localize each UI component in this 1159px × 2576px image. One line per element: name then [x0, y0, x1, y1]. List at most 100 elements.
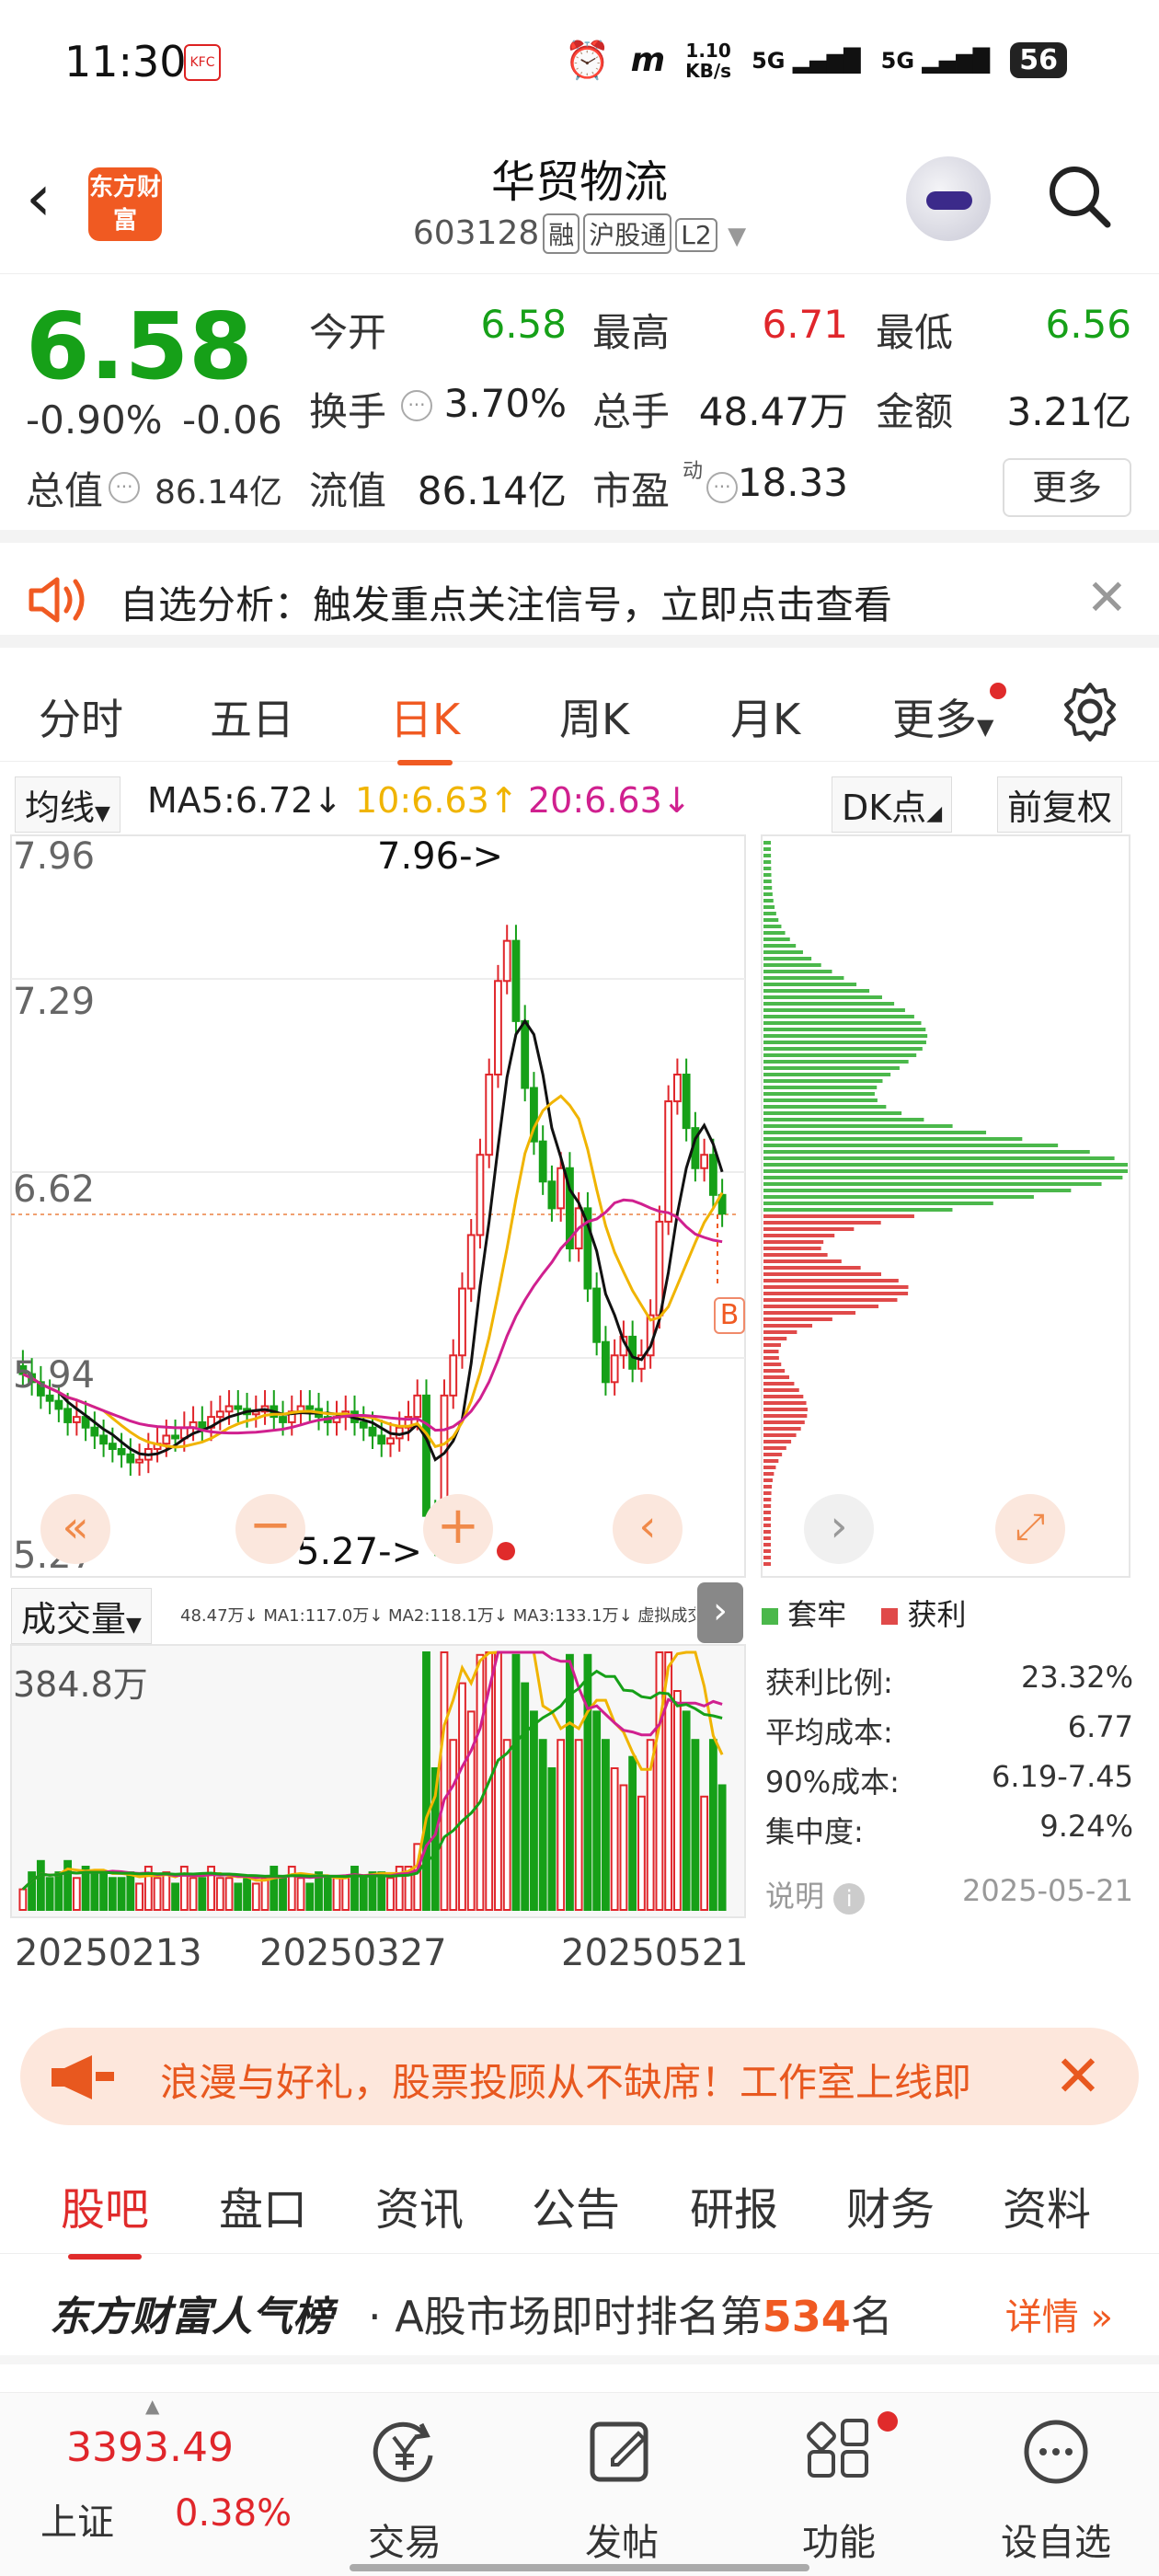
chip-bar — [763, 1092, 875, 1096]
zoom-in-icon[interactable]: + — [423, 1494, 493, 1564]
volume-bar — [279, 1877, 287, 1912]
notification-dot-2 — [878, 2411, 898, 2432]
analysis-banner[interactable]: 自选分析：触发重点关注信号，立即点击查看 ✕ — [0, 556, 1159, 648]
volume-bar — [592, 1710, 602, 1912]
more-button[interactable]: 更多 — [1003, 458, 1131, 517]
chip-bar — [763, 976, 844, 980]
change-pct: -0.90% — [26, 397, 163, 443]
functions-grid-icon[interactable] — [802, 2415, 876, 2489]
candle-body — [54, 1399, 63, 1410]
chip-bar — [763, 1214, 914, 1218]
low-label: 最低 — [876, 310, 954, 355]
high-value: 6.71 — [762, 302, 848, 347]
tab-five-day[interactable]: 五日 — [210, 686, 294, 747]
nav-functions[interactable]: 功能 — [765, 2513, 912, 2566]
volume-bar — [610, 1767, 619, 1911]
chip-bar — [763, 1317, 832, 1321]
rank-detail-link[interactable]: 详情 » — [1005, 2287, 1113, 2340]
candle-body — [466, 1234, 476, 1290]
tab-guba[interactable]: 股吧 — [61, 2173, 149, 2260]
date-label-2: 20250327 — [259, 1932, 447, 1974]
assistant-robot-icon[interactable] — [906, 156, 991, 241]
dk-point-select[interactable]: DK点◢ — [832, 776, 953, 833]
candle-body — [494, 980, 502, 1076]
collapse-arrow-icon[interactable]: › — [697, 1582, 743, 1643]
tab-profile[interactable]: 资料 — [1003, 2173, 1091, 2237]
volume-select[interactable]: 成交量▼ — [11, 1588, 152, 1644]
candle-body — [198, 1420, 207, 1429]
event-dot — [497, 1542, 515, 1560]
chip-note-row[interactable]: 说明 i 2025-05-21 — [765, 1873, 1133, 1915]
chip-value: 6.19-7.45 — [991, 1759, 1133, 1794]
m-app-icon: m — [630, 41, 666, 79]
settings-gear-icon[interactable] — [1060, 681, 1120, 742]
volume-bar — [45, 1877, 54, 1912]
chip-bar — [763, 1363, 782, 1366]
volume-bar — [171, 1882, 179, 1911]
info-icon: i — [833, 1883, 866, 1915]
tab-research[interactable]: 研报 — [690, 2173, 778, 2237]
tab-monthly-k[interactable]: 月K — [730, 686, 800, 747]
index-value[interactable]: 3393.49 — [66, 2424, 234, 2471]
chip-frame — [761, 834, 1130, 1578]
nav-post[interactable]: 发帖 — [548, 2513, 695, 2566]
nav-add-watchlist[interactable]: 设自选 — [982, 2513, 1130, 2566]
ma5-line — [22, 1018, 724, 1462]
chip-bar — [763, 854, 772, 857]
info-dots-icon-2[interactable]: ··· — [401, 390, 432, 421]
chip-bar — [763, 1266, 861, 1270]
tab-weekly-k[interactable]: 周K — [559, 686, 629, 747]
index-pct[interactable]: 0.38% — [175, 2492, 292, 2535]
rank-brand: 东方财富人气榜 — [50, 2294, 333, 2340]
volume-bar — [18, 1888, 28, 1911]
search-icon[interactable] — [1047, 164, 1111, 228]
candle-body — [449, 1354, 458, 1397]
ma20-line — [22, 1198, 723, 1435]
tab-more[interactable]: 更多▼ — [892, 683, 1007, 747]
volume-bar — [691, 1739, 700, 1912]
tab-intraday[interactable]: 分时 — [39, 686, 123, 747]
tab-news[interactable]: 资讯 — [375, 2173, 464, 2237]
popularity-rank[interactable]: 东方财富人气榜 · A股市场即时排名第534名 详情 » — [0, 2256, 1159, 2364]
stock-header: ‹ 东方财富 华贸物流 603128 融沪股通 L2 ▼ — [0, 129, 1159, 274]
index-name[interactable]: 上证 — [40, 2492, 114, 2546]
ma-select[interactable]: 均线▼ — [15, 776, 120, 833]
volume-bar — [189, 1877, 198, 1912]
nav-trade[interactable]: 交易 — [331, 2513, 478, 2566]
ad-banner[interactable]: 浪漫与好礼，股票投顾从不缺席！工作室上线即 ✕ — [20, 2028, 1139, 2125]
candle-body — [162, 1434, 171, 1445]
tab-announcements[interactable]: 公告 — [532, 2173, 620, 2237]
candle-body — [279, 1416, 287, 1423]
more-dots-icon[interactable] — [1019, 2415, 1093, 2489]
close-icon[interactable]: ✕ — [1086, 569, 1128, 627]
volume-bar — [521, 1682, 530, 1911]
tab-daily-k[interactable]: 日K — [390, 686, 460, 765]
chip-label: 获利比例: — [765, 1665, 893, 1700]
zoom-out-icon[interactable]: − — [235, 1494, 305, 1564]
volume-bar — [717, 1784, 727, 1911]
buy-marker[interactable]: B — [714, 1297, 745, 1334]
scroll-right-icon[interactable]: › — [804, 1494, 874, 1564]
clock: 11:30 — [64, 37, 187, 86]
chip-bar — [763, 1086, 878, 1089]
tab-finance[interactable]: 财务 — [846, 2173, 935, 2237]
scroll-left-icon[interactable]: ‹ — [613, 1494, 683, 1564]
chip-bar — [763, 1234, 835, 1237]
adjust-select[interactable]: 前复权 — [997, 776, 1123, 833]
ad-close-icon[interactable]: ✕ — [1054, 2042, 1102, 2110]
home-indicator — [350, 2564, 809, 2571]
tab-pankou[interactable]: 盘口 — [219, 2173, 307, 2237]
chip-bar — [763, 963, 821, 967]
chip-bar — [763, 918, 779, 922]
chip-bar — [763, 1466, 776, 1469]
ma10-line — [22, 1094, 724, 1449]
expand-icon[interactable]: ⤢ — [995, 1494, 1065, 1564]
info-dots-icon[interactable]: ··· — [109, 472, 140, 503]
info-dots-icon-3[interactable]: ··· — [706, 472, 738, 503]
post-edit-icon[interactable] — [585, 2415, 659, 2489]
chip-row-profit-ratio: 获利比例: 23.32% — [765, 1660, 1133, 1702]
banner-text: 自选分析：触发重点关注信号，立即点击查看 — [120, 582, 893, 627]
trade-yen-icon[interactable] — [368, 2415, 442, 2489]
scroll-left-fast-icon[interactable]: « — [40, 1494, 110, 1564]
chip-bar — [763, 1330, 798, 1334]
